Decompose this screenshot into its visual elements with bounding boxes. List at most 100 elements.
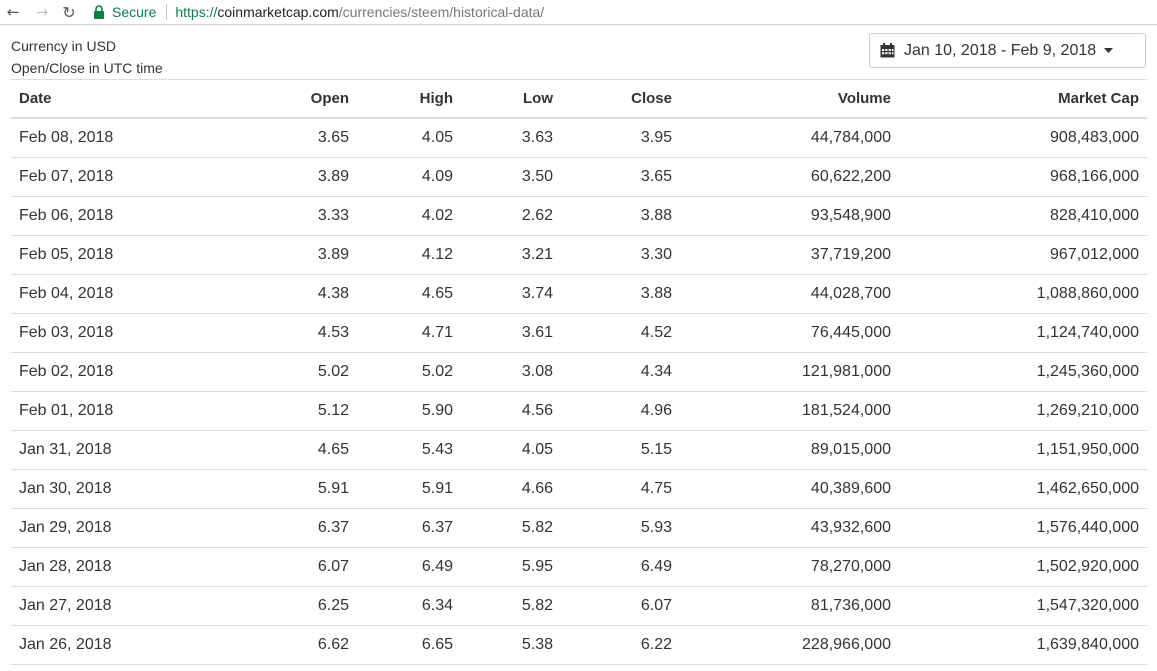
open-cell: 6.37 <box>161 508 357 548</box>
calendar-icon <box>880 43 895 58</box>
high-cell: 5.91 <box>357 469 461 509</box>
date-cell: Feb 05, 2018 <box>11 235 161 275</box>
open-cell: 6.25 <box>161 586 357 626</box>
open-cell: 3.89 <box>161 157 357 197</box>
volume-cell: 44,784,000 <box>680 118 899 158</box>
high-cell: 4.02 <box>357 196 461 236</box>
close-cell: 3.30 <box>561 235 680 275</box>
browser-toolbar: ← → ↻ Secure https://coinmarketcap.com/c… <box>0 0 1157 25</box>
date-cell: Feb 01, 2018 <box>11 391 161 431</box>
market-cap-cell: 828,410,000 <box>899 196 1147 236</box>
open-cell: 6.62 <box>161 625 357 665</box>
low-cell: 4.66 <box>461 469 561 509</box>
market-cap-cell: 1,576,440,000 <box>899 508 1147 548</box>
table-row: Feb 01, 2018 5.12 5.90 4.56 4.96 181,524,000 1… <box>11 391 1147 431</box>
forward-arrow-icon[interactable]: → <box>32 2 52 22</box>
url-host: coinmarketcap.com <box>217 3 339 20</box>
low-cell: 5.82 <box>461 586 561 626</box>
header-date[interactable]: Date <box>11 79 161 119</box>
close-cell: 5.93 <box>561 508 680 548</box>
market-cap-cell: 1,269,210,000 <box>899 391 1147 431</box>
high-cell: 4.71 <box>357 313 461 353</box>
low-cell: 5.38 <box>461 625 561 665</box>
volume-cell: 81,736,000 <box>680 586 899 626</box>
table-row: Feb 02, 2018 5.02 5.02 3.08 4.34 121,981,000 1… <box>11 352 1147 392</box>
close-cell: 3.88 <box>561 274 680 314</box>
address-bar[interactable]: Secure https://coinmarketcap.com/currenc… <box>87 0 1157 23</box>
low-cell: 4.05 <box>461 430 561 470</box>
table-row: Feb 05, 2018 3.89 4.12 3.21 3.30 37,719,200 96… <box>11 235 1147 275</box>
date-cell: Feb 02, 2018 <box>11 352 161 392</box>
close-cell: 5.15 <box>561 430 680 470</box>
header-volume[interactable]: Volume <box>680 79 899 119</box>
address-divider <box>166 3 168 20</box>
header-high[interactable]: High <box>357 79 461 119</box>
close-cell: 4.96 <box>561 391 680 431</box>
volume-cell: 121,981,000 <box>680 352 899 392</box>
high-cell: 6.34 <box>357 586 461 626</box>
market-cap-cell: 968,166,000 <box>899 157 1147 197</box>
date-cell: Feb 07, 2018 <box>11 157 161 197</box>
open-cell: 5.02 <box>161 352 357 392</box>
url-scheme: https:// <box>175 3 218 20</box>
close-cell: 3.88 <box>561 196 680 236</box>
market-cap-cell: 1,547,320,000 <box>899 586 1147 626</box>
low-cell: 4.56 <box>461 391 561 431</box>
close-cell: 3.65 <box>561 157 680 197</box>
low-cell: 3.61 <box>461 313 561 353</box>
open-cell: 3.33 <box>161 196 357 236</box>
volume-cell: 60,622,200 <box>680 157 899 197</box>
header-open[interactable]: Open <box>161 79 357 119</box>
date-range-picker[interactable]: Jan 10, 2018 - Feb 9, 2018 <box>869 33 1146 68</box>
date-cell: Feb 03, 2018 <box>11 313 161 353</box>
market-cap-cell: 1,088,860,000 <box>899 274 1147 314</box>
volume-cell: 76,445,000 <box>680 313 899 353</box>
high-cell: 5.43 <box>357 430 461 470</box>
header-market-cap[interactable]: Market Cap <box>899 79 1147 119</box>
volume-cell: 181,524,000 <box>680 391 899 431</box>
low-cell: 3.50 <box>461 157 561 197</box>
date-cell: Feb 04, 2018 <box>11 274 161 314</box>
secure-label: Secure <box>112 3 157 20</box>
high-cell: 4.65 <box>357 274 461 314</box>
open-cell: 4.65 <box>161 430 357 470</box>
high-cell: 6.65 <box>357 625 461 665</box>
market-cap-cell: 1,462,650,000 <box>899 469 1147 509</box>
table-header-row: Date Open High Low Close Volume Market C… <box>11 79 1147 119</box>
open-cell: 5.12 <box>161 391 357 431</box>
low-cell: 2.62 <box>461 196 561 236</box>
date-cell: Jan 28, 2018 <box>11 547 161 587</box>
volume-cell: 228,966,000 <box>680 625 899 665</box>
market-cap-cell: 967,012,000 <box>899 235 1147 275</box>
open-cell: 6.07 <box>161 547 357 587</box>
reload-icon[interactable]: ↻ <box>59 2 79 22</box>
table-row: Jan 28, 2018 6.07 6.49 5.95 6.49 78,270,000 1,… <box>11 547 1147 587</box>
table-row: Feb 04, 2018 4.38 4.65 3.74 3.88 44,028,700 1,… <box>11 274 1147 314</box>
open-cell: 5.91 <box>161 469 357 509</box>
table-row: Jan 30, 2018 5.91 5.91 4.66 4.75 40,389,600 1,… <box>11 469 1147 509</box>
high-cell: 4.12 <box>357 235 461 275</box>
header-low[interactable]: Low <box>461 79 561 119</box>
close-cell: 4.52 <box>561 313 680 353</box>
open-cell: 3.89 <box>161 235 357 275</box>
high-cell: 6.49 <box>357 547 461 587</box>
currency-note: Currency in USD <box>11 38 117 54</box>
lock-icon <box>94 4 104 19</box>
high-cell: 6.37 <box>357 508 461 548</box>
market-cap-cell: 1,502,920,000 <box>899 547 1147 587</box>
date-cell: Jan 30, 2018 <box>11 469 161 509</box>
date-cell: Feb 08, 2018 <box>11 118 161 158</box>
market-cap-cell: 1,124,740,000 <box>899 313 1147 353</box>
high-cell: 5.90 <box>357 391 461 431</box>
market-cap-cell: 908,483,000 <box>899 118 1147 158</box>
low-cell: 3.63 <box>461 118 561 158</box>
market-cap-cell: 1,639,840,000 <box>899 625 1147 665</box>
header-close[interactable]: Close <box>561 79 680 119</box>
close-cell: 6.07 <box>561 586 680 626</box>
low-cell: 5.82 <box>461 508 561 548</box>
low-cell: 3.21 <box>461 235 561 275</box>
volume-cell: 40,389,600 <box>680 469 899 509</box>
back-arrow-icon[interactable]: ← <box>3 2 23 22</box>
high-cell: 4.09 <box>357 157 461 197</box>
low-cell: 3.74 <box>461 274 561 314</box>
